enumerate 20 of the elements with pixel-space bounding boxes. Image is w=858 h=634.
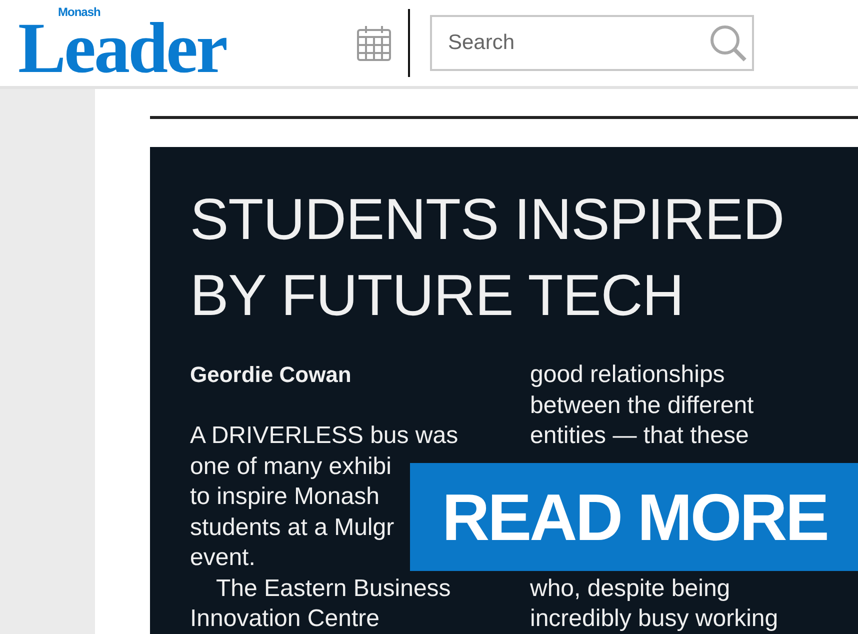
article-text-line: who, despite being bbox=[530, 574, 732, 604]
article-byline: Geordie Cowan bbox=[190, 361, 352, 389]
article-text-line: incredibly busy working bbox=[530, 604, 778, 634]
calendar-icon[interactable] bbox=[356, 23, 392, 63]
article-text-line: to inspire Monash bbox=[190, 482, 380, 512]
search-icon[interactable] bbox=[708, 23, 748, 63]
article-headline: BY FUTURE TECH bbox=[190, 262, 685, 330]
article-text-line: entities — that these bbox=[530, 421, 750, 451]
article-text-line: Innovation Centre bbox=[190, 604, 380, 634]
read-more-button[interactable]: READ MORE bbox=[410, 463, 858, 571]
article-text-line: The Eastern Business bbox=[215, 574, 452, 604]
article-text-line: A DRIVERLESS bus was bbox=[190, 421, 460, 451]
article-text-line: between the different bbox=[530, 390, 755, 420]
logo-wordmark: Leader bbox=[18, 19, 226, 77]
article-headline: STUDENTS INSPIRED bbox=[190, 186, 786, 254]
search-field[interactable]: Search bbox=[430, 15, 754, 71]
article-text-line: good relationships bbox=[530, 360, 726, 390]
article-text-line: one of many exhibi bbox=[190, 452, 392, 482]
article-text-line: event. bbox=[190, 543, 256, 573]
logo-subtitle: Monash bbox=[58, 6, 100, 19]
